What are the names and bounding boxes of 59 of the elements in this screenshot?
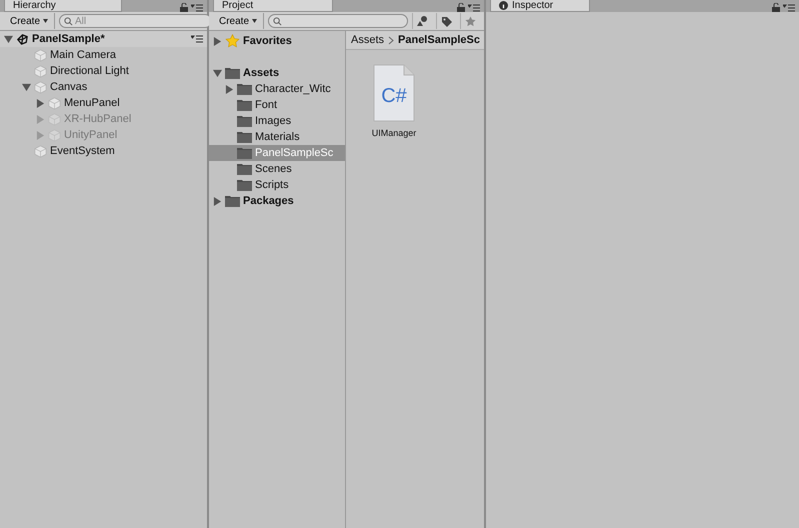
cube-icon	[48, 128, 61, 142]
unity-logo-icon	[16, 32, 29, 46]
cube-icon	[48, 112, 61, 126]
hierarchy-tab[interactable]: Hierarchy	[4, 0, 122, 12]
hierarchy-item[interactable]: Main Camera	[50, 49, 116, 61]
folder-icon	[237, 83, 252, 95]
breadcrumb-item[interactable]: PanelSampleSc	[398, 34, 480, 46]
folder-label[interactable]: Images	[255, 115, 292, 127]
project-tab[interactable]: Project	[213, 0, 333, 12]
script-file-icon[interactable]: C#	[373, 64, 415, 122]
search-field[interactable]	[268, 14, 408, 28]
lock-icon[interactable]	[180, 3, 188, 12]
search-icon	[273, 16, 282, 26]
folder-icon	[237, 147, 252, 159]
folder-label[interactable]: Character_Witc	[255, 83, 331, 95]
folder-icon	[225, 67, 240, 79]
expand-arrow-icon[interactable]	[213, 196, 222, 206]
breadcrumb-item[interactable]: Assets	[351, 34, 384, 46]
file-name[interactable]: UIManager	[372, 128, 416, 138]
expand-arrow-icon[interactable]	[4, 34, 13, 44]
search-icon	[64, 16, 74, 26]
search-input[interactable]: All	[75, 16, 208, 26]
info-icon	[499, 1, 508, 10]
folder-label[interactable]: Font	[255, 99, 278, 111]
folder-icon	[225, 195, 240, 207]
cube-icon	[48, 96, 61, 110]
cube-icon	[34, 64, 47, 78]
folder-label[interactable]: Scripts	[255, 179, 289, 191]
chevron-icon	[388, 36, 394, 44]
cube-icon	[34, 144, 47, 158]
folder-icon	[237, 99, 252, 111]
hierarchy-item[interactable]: Canvas	[50, 81, 88, 93]
menu-icon[interactable]	[191, 4, 203, 12]
folder-label[interactable]: Assets	[243, 67, 280, 79]
menu-icon[interactable]	[468, 4, 480, 12]
expand-arrow-icon[interactable]	[213, 36, 222, 46]
create-button[interactable]: Create	[213, 13, 264, 29]
folder-label[interactable]: Materials	[255, 131, 300, 143]
hierarchy-item[interactable]: Directional Light	[50, 65, 129, 77]
folder-label[interactable]: Favorites	[243, 35, 292, 47]
cube-icon	[34, 80, 47, 94]
lock-icon[interactable]	[772, 3, 780, 12]
caret-icon	[252, 19, 258, 23]
folder-label[interactable]: Packages	[243, 195, 294, 207]
hierarchy-item[interactable]: EventSystem	[50, 145, 115, 157]
star-icon	[225, 34, 240, 48]
folder-icon	[237, 163, 252, 175]
folder-icon	[237, 179, 252, 191]
folder-label[interactable]: Scenes	[255, 163, 292, 175]
create-button[interactable]: Create	[4, 13, 56, 29]
menu-icon[interactable]	[191, 35, 203, 43]
inspector-tab[interactable]: Inspector	[490, 0, 590, 12]
folder-icon	[237, 131, 252, 143]
caret-icon	[43, 19, 48, 23]
hierarchy-item[interactable]: MenuPanel	[64, 97, 120, 109]
folder-icon	[237, 115, 252, 127]
menu-icon[interactable]	[783, 4, 795, 12]
cube-icon	[34, 48, 47, 62]
lock-icon[interactable]	[457, 3, 465, 12]
